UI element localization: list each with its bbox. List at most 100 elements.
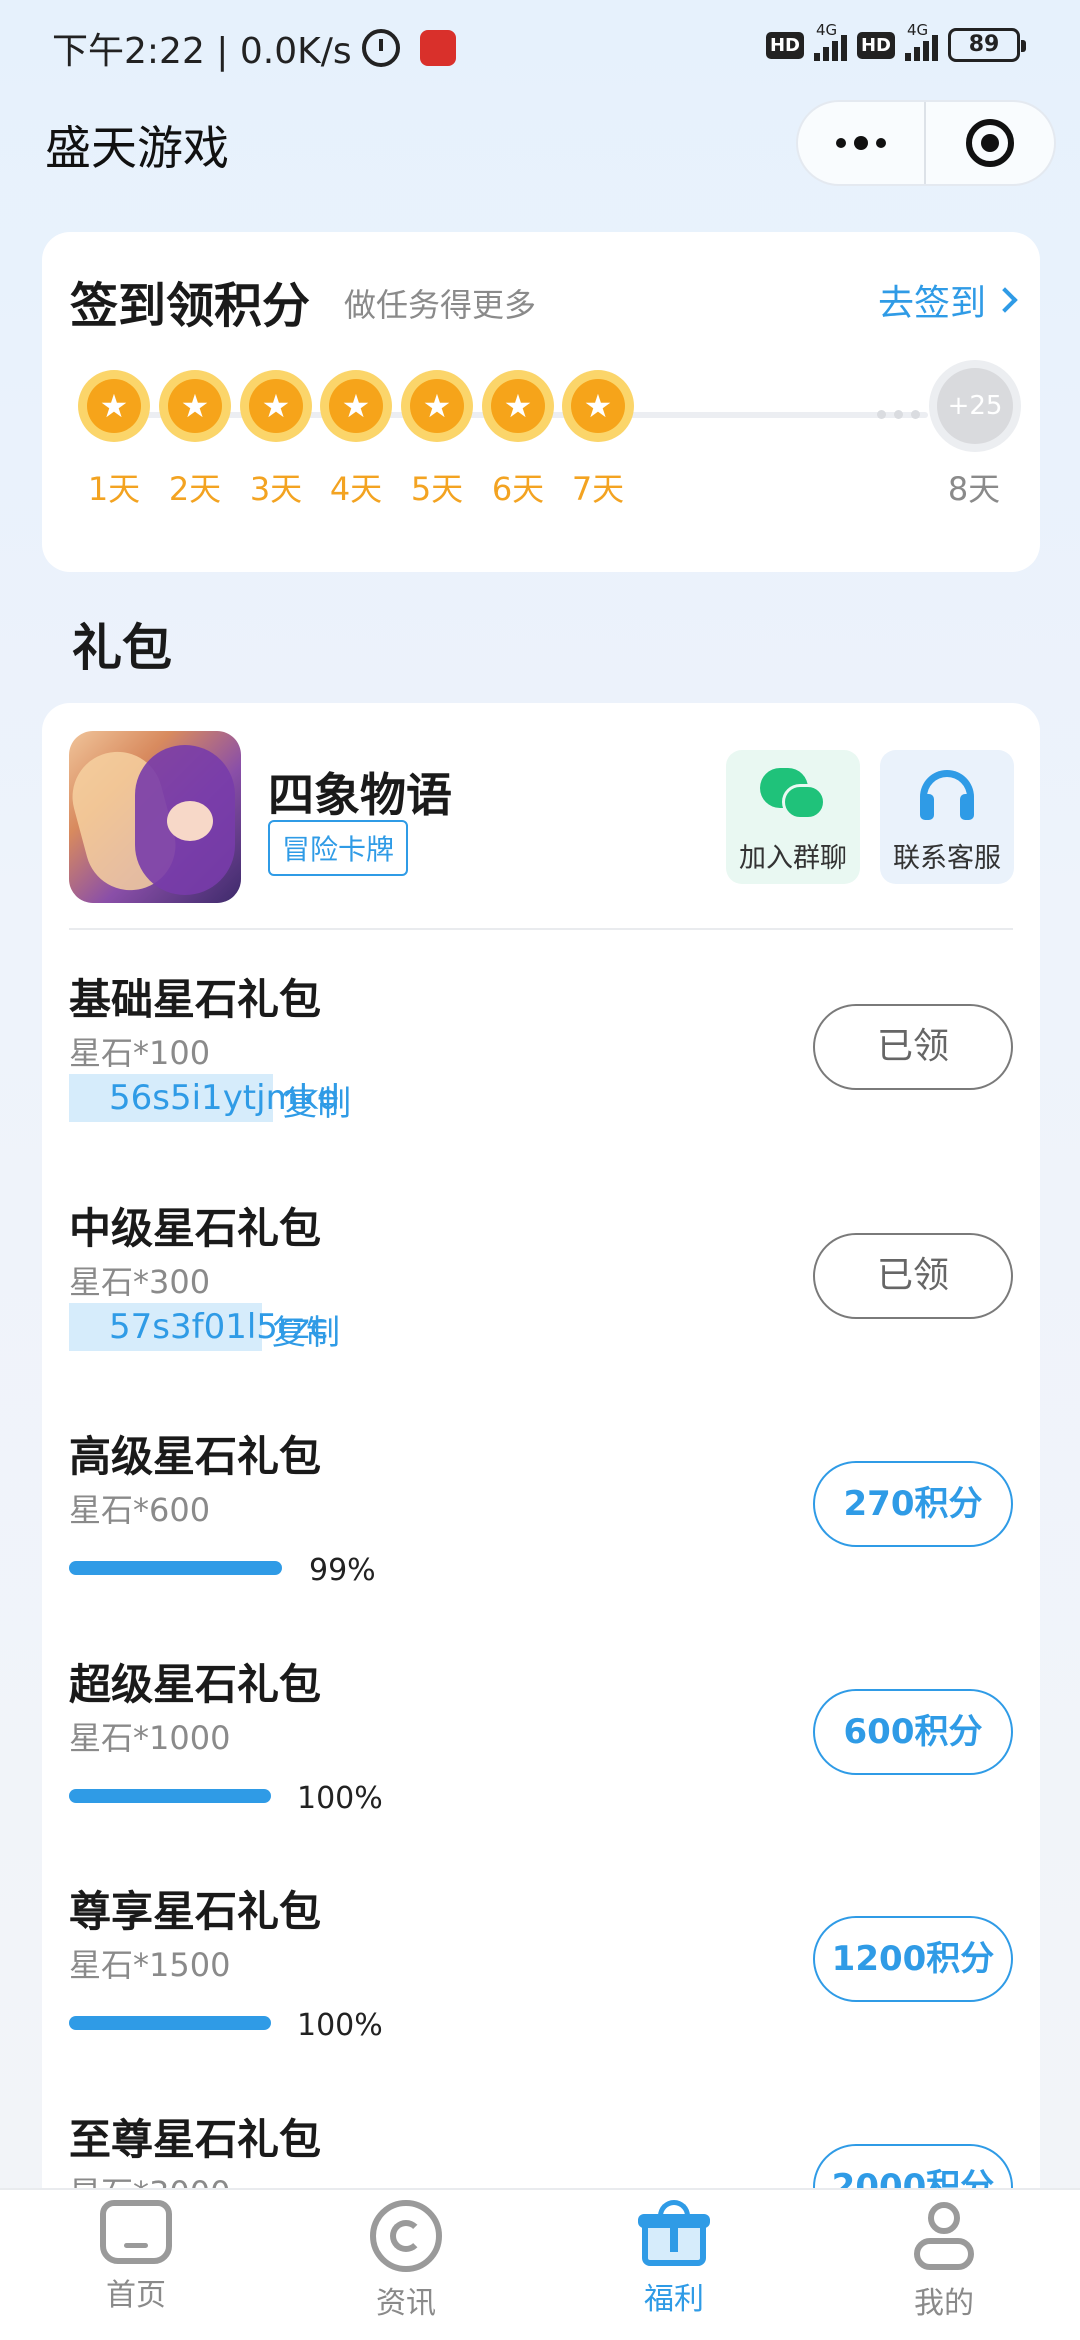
pack-name: 基础星石礼包	[69, 975, 322, 1024]
go-checkin-label: 去签到	[877, 283, 986, 324]
home-icon	[100, 2200, 172, 2264]
checkin-day[interactable]: ★ 7天	[553, 370, 643, 510]
copy-button[interactable]: 复制	[272, 1305, 340, 1354]
status-right: HD 4G HD 4G 89	[765, 21, 1026, 62]
tab-mine-label: 我的	[914, 2286, 974, 2321]
game-icon[interactable]	[69, 731, 241, 903]
checkin-days: ★ 1天 ★ 2天 ★ 3天 ★ 4天 ★ 5天 ★ 6天 ★ 7天 +25 8…	[42, 360, 1040, 562]
progress-bar	[69, 1561, 282, 1575]
checkin-day[interactable]: ★ 2天	[150, 370, 240, 510]
checkin-title: 签到领积分	[70, 278, 311, 334]
pack-content: 星石*100	[69, 1034, 211, 1072]
tab-news[interactable]: 资讯	[316, 2200, 496, 2322]
app-notification-icon	[419, 30, 456, 66]
day-label: 1天	[87, 470, 141, 508]
more-dot-icon	[854, 136, 868, 150]
hd-badge-2: HD	[856, 31, 895, 59]
pack-name: 尊享星石礼包	[69, 1887, 322, 1936]
copy-button[interactable]: 复制	[283, 1076, 351, 1125]
gift-card: 四象物语 冒险卡牌 加入群聊 联系客服 基础星石礼包 星石*100 56s5i1…	[42, 703, 1040, 2303]
gift-pack: 高级星石礼包 星石*600 99% 270积分	[69, 1423, 1013, 1651]
coin-pending-icon: +25	[929, 360, 1021, 452]
checkin-day[interactable]: ★ 6天	[473, 370, 563, 510]
coin-star-icon: ★	[320, 370, 392, 442]
pack-content: 星石*1500	[69, 1946, 231, 1984]
gift-pack: 超级星石礼包 星石*1000 100% 600积分	[69, 1651, 1013, 1879]
chevron-right-icon	[992, 287, 1018, 313]
checkin-day[interactable]: ★ 5天	[392, 370, 482, 510]
app-title: 盛天游戏	[45, 121, 229, 175]
pack-content: 星石*1000	[69, 1719, 231, 1757]
day-label: 5天	[410, 470, 464, 508]
game-tag: 冒险卡牌	[268, 820, 409, 876]
claimed-button[interactable]: 已领	[813, 1233, 1013, 1319]
gift-pack: 尊享星石礼包 星石*1500 100% 1200积分	[69, 1878, 1013, 2106]
signal-icon: 4G	[813, 21, 847, 61]
redeem-points-button[interactable]: 1200积分	[813, 1916, 1013, 2002]
day-reward: +25	[937, 368, 1013, 444]
divider	[69, 928, 1013, 930]
progress-label: 100%	[297, 2008, 383, 2043]
wechat-icon	[760, 768, 826, 824]
join-group-label: 加入群聊	[739, 843, 847, 874]
checkin-card: 签到领积分 做任务得更多 去签到 ★ 1天 ★ 2天 ★ 3天 ★ 4天 ★ 5…	[42, 232, 1040, 572]
day-label: 6天	[491, 470, 545, 508]
network-type-2: 4G	[907, 21, 929, 39]
day-label: 4天	[329, 470, 383, 508]
pack-content: 星石*600	[69, 1491, 211, 1529]
pack-name: 超级星石礼包	[69, 1660, 322, 1709]
contact-service-label: 联系客服	[893, 843, 1001, 874]
news-icon	[370, 2200, 442, 2272]
progress-bar	[69, 1789, 271, 1803]
contact-service-button[interactable]: 联系客服	[880, 750, 1014, 884]
redeem-points-button[interactable]: 600积分	[813, 1689, 1013, 1775]
go-checkin-link[interactable]: 去签到	[877, 274, 1018, 326]
day-label: 8天	[947, 470, 1001, 508]
pack-name: 至尊星石礼包	[69, 2115, 322, 2164]
more-dot-icon	[876, 138, 886, 148]
game-name: 四象物语	[268, 768, 452, 822]
checkin-day[interactable]: +25 8天	[929, 360, 1021, 510]
checkin-day[interactable]: ★ 1天	[69, 370, 159, 510]
user-icon	[908, 2200, 980, 2272]
coin-star-icon: ★	[78, 370, 150, 442]
day-label: 2天	[168, 470, 222, 508]
redeem-points-button[interactable]: 270积分	[813, 1461, 1013, 1547]
more-dot-icon	[836, 138, 846, 148]
pack-name: 中级星石礼包	[69, 1204, 322, 1253]
coin-star-icon: ★	[401, 370, 473, 442]
tab-home[interactable]: 首页	[46, 2200, 226, 2314]
gift-code: 56s5i1ytjmkd	[69, 1074, 340, 1122]
headset-icon	[920, 770, 974, 824]
coin-star-icon: ★	[240, 370, 312, 442]
hd-badge: HD	[765, 31, 804, 59]
progress-bar	[69, 2016, 271, 2030]
gift-pack: 中级星石礼包 星石*300 57s3f01l5rzc 复制 已领	[69, 1195, 1013, 1423]
coin-star-icon: ★	[159, 370, 231, 442]
coin-star-icon: ★	[482, 370, 554, 442]
tab-news-label: 资讯	[376, 2286, 436, 2321]
coin-star-icon: ★	[562, 370, 634, 442]
close-button[interactable]	[926, 102, 1054, 184]
status-time-speed: 下午2:22 | 0.0K/s	[52, 31, 352, 72]
ellipsis-icon	[877, 410, 920, 419]
day-label: 3天	[249, 470, 303, 508]
tab-bar: 首页 资讯 福利 我的	[0, 2188, 1080, 2340]
status-left: 下午2:22 | 0.0K/s	[52, 22, 456, 74]
status-bar: 下午2:22 | 0.0K/s HD 4G HD 4G 89	[0, 0, 1080, 92]
tab-mine[interactable]: 我的	[854, 2200, 1034, 2322]
pack-name: 高级星石礼包	[69, 1432, 322, 1481]
tab-welfare[interactable]: 福利	[584, 2200, 764, 2318]
more-button[interactable]	[798, 102, 927, 184]
alarm-icon	[361, 29, 400, 67]
checkin-subtitle: 做任务得更多	[344, 286, 537, 324]
checkin-day[interactable]: ★ 4天	[311, 370, 401, 510]
checkin-day[interactable]: ★ 3天	[231, 370, 321, 510]
progress-label: 100%	[297, 1781, 383, 1816]
gift-pack: 基础星石礼包 星石*100 56s5i1ytjmkd 复制 已领	[69, 966, 1013, 1194]
claimed-button[interactable]: 已领	[813, 1004, 1013, 1090]
join-group-button[interactable]: 加入群聊	[726, 750, 860, 884]
network-type: 4G	[815, 21, 838, 39]
progress-label: 99%	[309, 1553, 376, 1588]
tab-welfare-label: 福利	[644, 2282, 704, 2317]
